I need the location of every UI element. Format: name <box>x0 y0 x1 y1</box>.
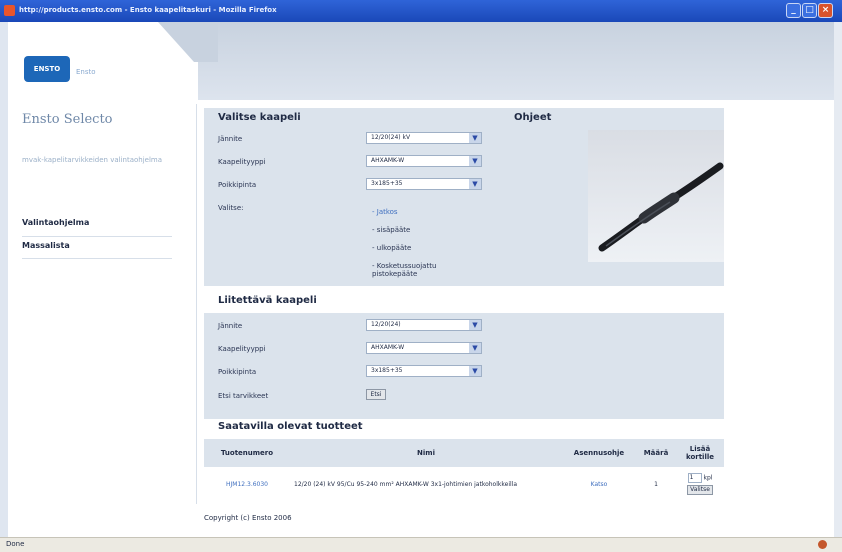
minimize-button[interactable]: _ <box>786 3 801 18</box>
sidebar-divider <box>22 258 172 259</box>
voltage-value: 12/20(24) kV <box>371 134 411 141</box>
browser-window: http://products.ensto.com - Ensto kaapel… <box>0 0 842 552</box>
chevron-down-icon: ▼ <box>469 320 481 330</box>
chevron-down-icon: ▼ <box>469 133 481 143</box>
add-to-card-cell: 1 kpl Valitse <box>676 467 724 501</box>
chevron-down-icon: ▼ <box>469 343 481 353</box>
status-bar: Done <box>0 537 842 552</box>
page-header: ENSTO Ensto <box>8 22 834 102</box>
col-asennusohje: Asennusohje <box>573 449 625 457</box>
header-tab-shape <box>158 22 218 62</box>
joined-voltage-value: 12/20(24) <box>371 321 401 328</box>
joined-voltage-select[interactable]: 12/20(24) ▼ <box>366 319 482 331</box>
joined-voltage-label: Jännite <box>218 322 243 330</box>
sidebar: Ensto Selecto mvak-kapelitarvikkeiden va… <box>8 102 188 537</box>
cable-section-heading: Valitse kaapeli <box>218 112 301 123</box>
maximize-button[interactable]: □ <box>802 3 817 18</box>
cable-type-select[interactable]: AHXAMK-W ▼ <box>366 155 482 167</box>
sidebar-item-valintaohjelma[interactable]: Valintaohjelma <box>22 214 172 232</box>
close-button[interactable]: × <box>818 3 833 18</box>
web-page: ENSTO Ensto Ensto Selecto mvak-kapelitar… <box>8 22 834 537</box>
sidebar-item-massalista[interactable]: Massalista <box>22 236 172 255</box>
product-name: 12/20 (24) kV 95/Cu 95-240 mm² AHXAMK-W … <box>290 467 562 501</box>
joined-cross-section-select[interactable]: 3x185+35 ▼ <box>366 365 482 377</box>
chevron-down-icon: ▼ <box>469 179 481 189</box>
search-label: Etsi tarvikkeet <box>218 392 269 400</box>
sidebar-title: Ensto Selecto <box>22 112 113 127</box>
product-number-link[interactable]: HJM12.3.6030 <box>204 467 290 501</box>
sidebar-description: mvak-kapelitarvikkeiden valintaohjelma <box>22 156 163 164</box>
joined-cable-type-select[interactable]: AHXAMK-W ▼ <box>366 342 482 354</box>
cross-section-label: Poikkipinta <box>218 181 257 189</box>
content-divider <box>196 104 197 504</box>
cable-type-value: AHXAMK-W <box>371 157 405 164</box>
voltage-label: Jännite <box>218 135 243 143</box>
joined-cross-section-label: Poikkipinta <box>218 368 257 376</box>
cable-joint-photo <box>588 130 724 262</box>
chevron-down-icon: ▼ <box>469 366 481 376</box>
logo-subtitle: Ensto <box>76 68 96 76</box>
choice-sisapaate[interactable]: - sisäpääte <box>372 226 410 234</box>
cross-section-select[interactable]: 3x185+35 ▼ <box>366 178 482 190</box>
quantity-unit: kpl <box>703 474 713 482</box>
joined-cross-section-value: 3x185+35 <box>371 367 403 374</box>
joined-cable-type-label: Kaapelityyppi <box>218 345 266 353</box>
ensto-logo[interactable]: ENSTO <box>24 56 70 82</box>
products-heading: Saatavilla olevat tuotteet <box>218 421 363 432</box>
col-nimi: Nimi <box>417 449 435 457</box>
status-text: Done <box>6 540 25 548</box>
table-row: HJM12.3.6030 12/20 (24) kV 95/Cu 95-240 … <box>204 467 724 501</box>
voltage-select[interactable]: 12/20(24) kV ▼ <box>366 132 482 144</box>
status-icon <box>818 540 827 549</box>
help-heading[interactable]: Ohjeet <box>514 112 551 123</box>
choice-label: Valitse: <box>218 204 244 212</box>
quantity-input[interactable]: 1 <box>687 473 702 483</box>
joined-section-heading: Liitettävä kaapeli <box>218 295 317 306</box>
add-button[interactable]: Valitse <box>687 485 713 495</box>
header-band <box>198 22 834 100</box>
cable-type-label: Kaapelityyppi <box>218 158 266 166</box>
search-button[interactable]: Etsi <box>366 389 386 400</box>
cross-section-value: 3x185+35 <box>371 180 403 187</box>
product-amount: 1 <box>636 467 676 501</box>
window-titlebar: http://products.ensto.com - Ensto kaapel… <box>0 0 842 22</box>
window-title: http://products.ensto.com - Ensto kaapel… <box>19 6 277 14</box>
chevron-down-icon: ▼ <box>469 156 481 166</box>
products-table: Tuotenumero Nimi Asennusohje Määrä Lisää… <box>204 439 724 501</box>
choice-pistokepaate[interactable]: - Kosketussuojattu pistokepääte <box>372 262 452 278</box>
choice-jatkos[interactable]: - Jatkos <box>372 208 398 216</box>
firefox-icon <box>4 5 15 16</box>
col-maara: Määrä <box>643 449 669 457</box>
joined-cable-type-value: AHXAMK-W <box>371 344 405 351</box>
instructions-link[interactable]: Katso <box>562 467 636 501</box>
col-lisaa-kortille: Lisää kortille <box>685 445 715 461</box>
cable-joint-icon <box>598 162 724 252</box>
copyright: Copyright (c) Ensto 2006 <box>204 514 292 522</box>
products-header-row: Tuotenumero Nimi Asennusohje Määrä Lisää… <box>204 439 724 467</box>
scrollbar[interactable] <box>834 22 842 537</box>
choice-ulkopaate[interactable]: - ulkopääte <box>372 244 411 252</box>
col-tuotenumero: Tuotenumero <box>220 449 274 457</box>
